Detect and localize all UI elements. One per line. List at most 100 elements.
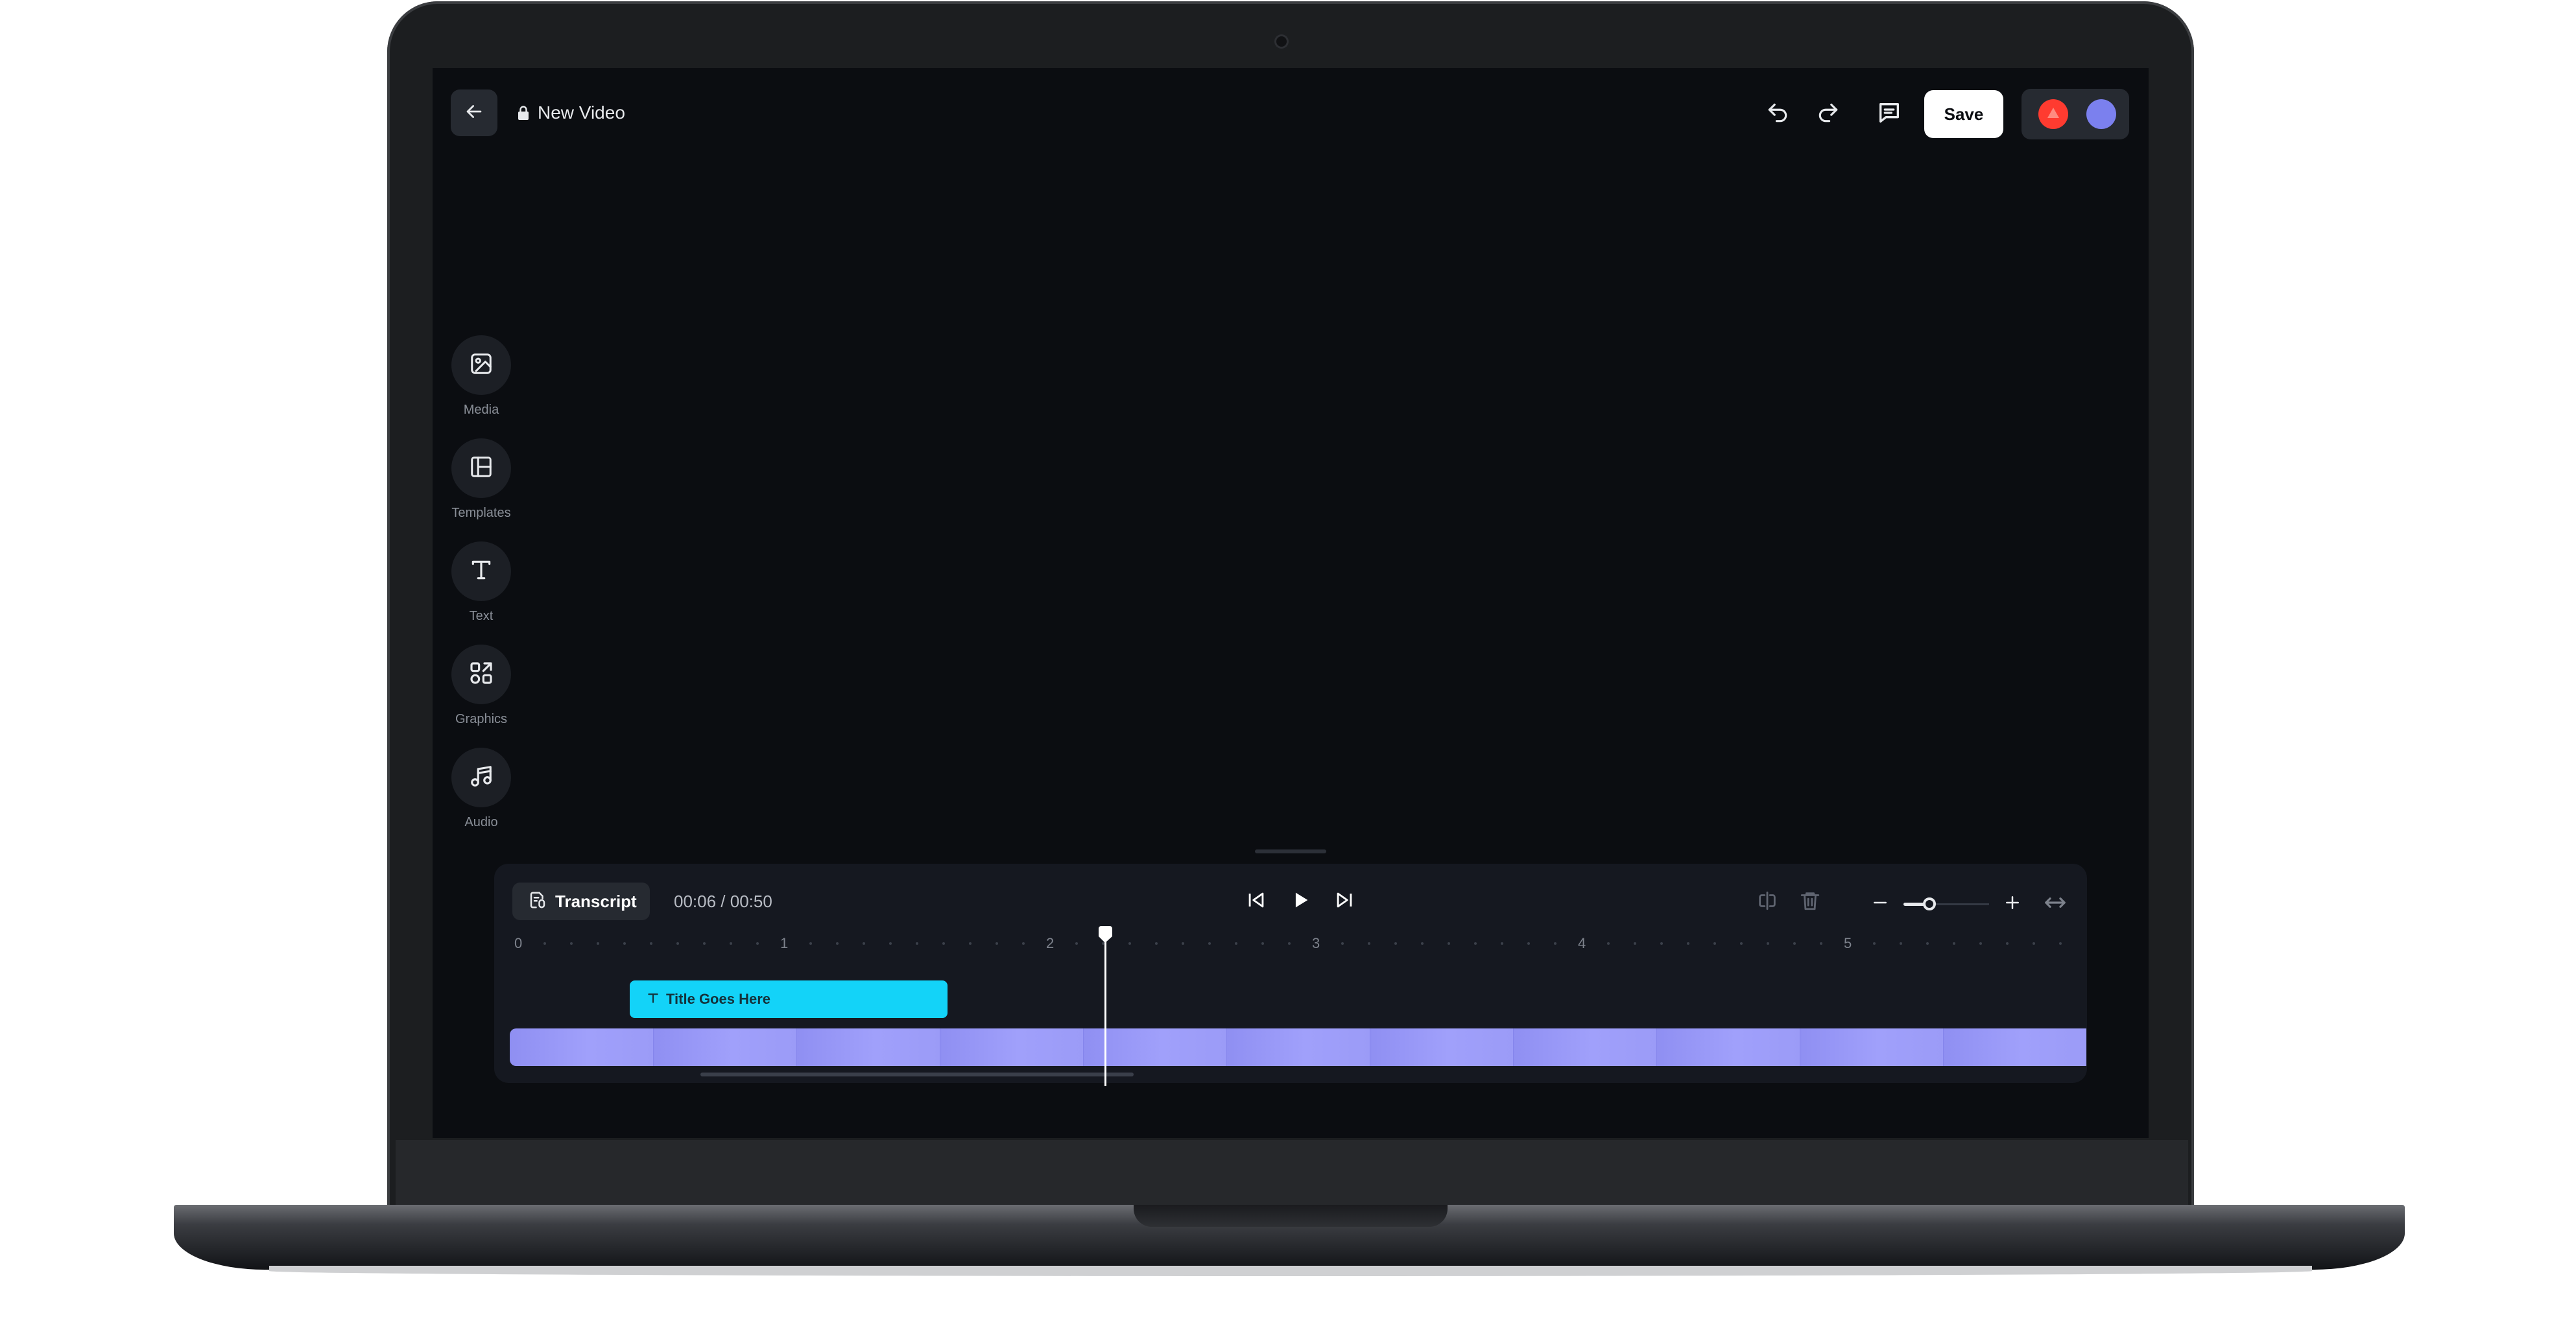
skip-back-button[interactable] [1237,882,1276,921]
media-label: Media [463,403,499,417]
graphics-button[interactable] [451,645,511,704]
ruler-tick [1820,942,1822,945]
ruler-tick [836,942,839,945]
ruler-tick [1740,942,1743,945]
ruler-tick [570,942,573,945]
ruler-tick [623,942,626,945]
zoom-out-button[interactable] [1866,884,1894,923]
project-title[interactable]: New Video [538,102,625,123]
ruler-tick [650,942,652,945]
lock-icon [517,105,530,121]
ruler-tick [1182,942,1184,945]
ruler-label: 0 [514,935,523,951]
redo-button[interactable] [1809,95,1848,134]
ruler-tick [996,942,998,945]
playhead-handle-tip [1099,936,1112,943]
ruler-tick [2006,942,2009,945]
ruler-tick [1075,942,1078,945]
ruler-tick [676,942,679,945]
delete-button[interactable] [1792,884,1828,920]
timeline-scrollbar[interactable] [700,1073,1134,1076]
play-button[interactable] [1281,882,1320,921]
text-clip-icon [647,991,660,1008]
ruler-tick [1208,942,1211,945]
zoom-slider-knob[interactable] [1922,897,1936,910]
transcript-icon [528,890,547,913]
sidebar-item-media[interactable]: Media [451,335,512,438]
video-frame-thumbnail [940,1028,1083,1066]
sidebar-item-audio[interactable]: Audio [451,748,512,851]
sidebar-item-graphics[interactable]: Graphics [451,645,512,748]
panel-resize-handle[interactable] [1255,849,1326,853]
time-ruler[interactable]: 0 1 2 3 4 5 [494,935,2087,961]
collaborators[interactable] [2021,89,2129,139]
ruler-tick [1713,942,1716,945]
zoom-slider[interactable] [1903,886,1989,922]
ruler-tick [1607,942,1610,945]
ruler-tick [942,942,945,945]
text-clip-label: Title Goes Here [666,991,770,1007]
ruler-tick [1394,942,1397,945]
ruler-tick [969,942,972,945]
ruler-label: 1 [780,935,789,951]
avatar-purple[interactable] [2086,99,2116,129]
video-frame-thumbnail [1943,1028,2086,1066]
skip-forward-button[interactable] [1325,882,1364,921]
comments-button[interactable] [1870,95,1909,134]
text-button[interactable] [451,541,511,601]
ruler-tick [1341,942,1344,945]
zoom-in-button[interactable] [1998,884,2027,923]
sidebar-item-templates[interactable]: Templates [451,438,512,541]
ruler-tick [703,942,706,945]
ruler-tick [1660,942,1663,945]
zoom-controls [1866,884,2075,923]
transport-controls [1237,882,1369,921]
video-frame-thumbnail [510,1028,653,1066]
editor-screen: New Video Save Media Templates Text Grap… [433,68,2149,1138]
avatar-red[interactable] [2038,99,2068,129]
ruler-tick [889,942,892,945]
split-icon [1756,890,1778,915]
playhead[interactable] [1104,926,1106,1086]
laptop-hinge-notch [1134,1205,1448,1227]
ruler-label: 3 [1312,935,1320,951]
fit-timeline-button[interactable] [2036,884,2075,923]
ruler-tick [1022,942,1025,945]
ruler-tick [2033,942,2035,945]
playhead-handle[interactable] [1099,926,1112,936]
text-clip[interactable]: Title Goes Here [630,980,948,1018]
back-button[interactable] [451,89,497,136]
video-track[interactable] [510,1028,2087,1066]
audio-button[interactable] [451,748,511,807]
tool-sidebar: Media Templates Text Graphics Audio [451,335,512,851]
minus-icon [1870,893,1890,916]
webcam [1276,36,1287,47]
ruler-tick [1421,942,1424,945]
templates-label: Templates [451,506,511,520]
templates-button[interactable] [451,438,511,498]
split-button[interactable] [1749,884,1785,920]
undo-button[interactable] [1758,95,1797,134]
ruler-tick [756,942,759,945]
ruler-tick [2059,942,2062,945]
redo-icon [1816,101,1841,128]
skip-forward-icon [1333,889,1355,914]
image-icon [469,351,494,379]
media-button[interactable] [451,335,511,395]
sidebar-item-text[interactable]: Text [451,541,512,645]
editor-header-right: Save [1758,89,2129,139]
timecode: 00:06 / 00:50 [674,892,772,911]
arrow-left-icon [463,101,485,126]
comment-icon [1876,100,1902,129]
ruler-tick [809,942,812,945]
transcript-button[interactable]: Transcript [512,883,650,920]
layout-icon [469,455,494,482]
ruler-tick [1288,942,1291,945]
ruler-tick [1979,942,1982,945]
video-frame-thumbnail [1800,1028,1943,1066]
warning-triangle-icon [2046,106,2060,123]
video-frame-thumbnail [1513,1028,1656,1066]
play-icon [1289,889,1311,914]
save-button[interactable]: Save [1924,90,2003,138]
music-icon [469,764,494,792]
